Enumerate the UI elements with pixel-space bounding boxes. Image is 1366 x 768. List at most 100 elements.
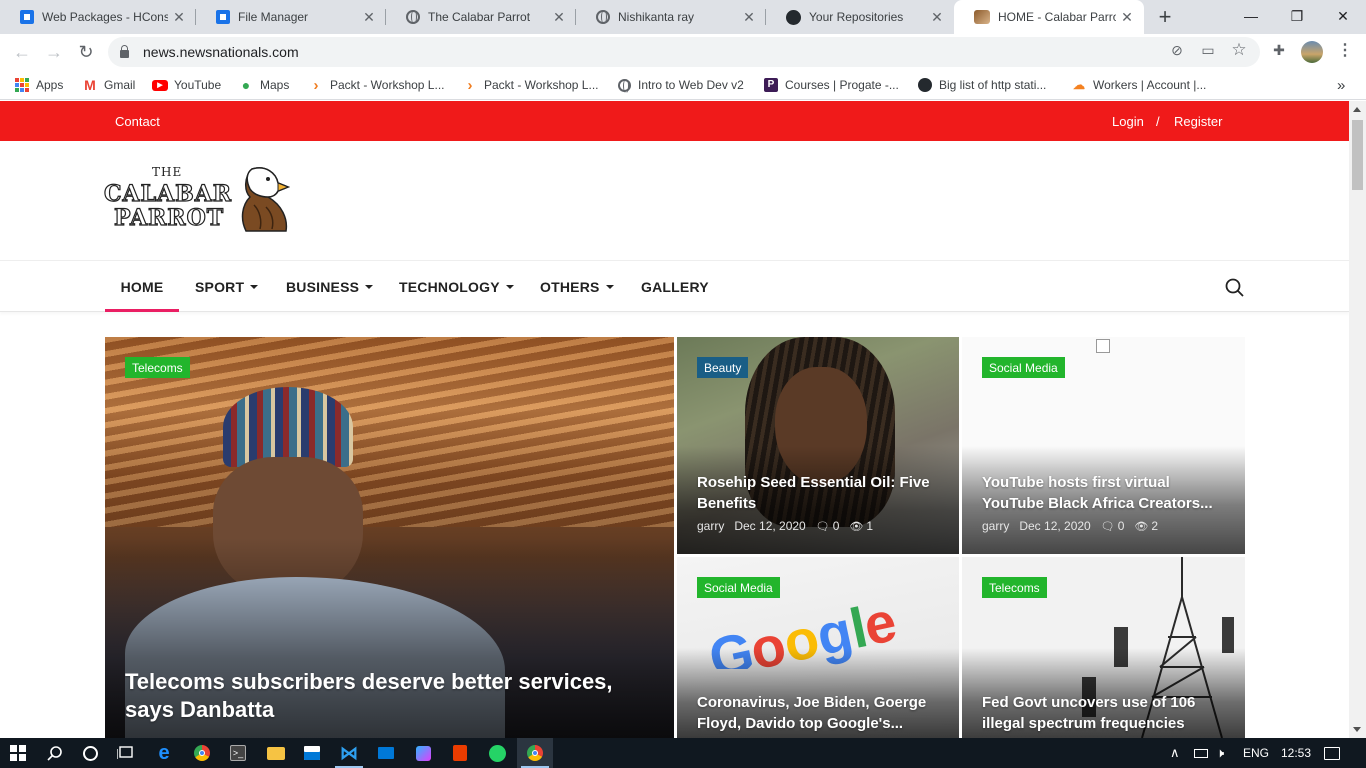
extensions-icon[interactable]: ✚ (1271, 42, 1287, 58)
featured-post[interactable]: G o o g l e Social Media Coronavirus, Jo… (677, 557, 959, 738)
bookmark-gmail[interactable]: M Gmail (82, 76, 135, 94)
browser-tab-active[interactable]: HOME - Calabar Parrot ✕ (954, 0, 1144, 34)
category-badge[interactable]: Social Media (697, 577, 780, 598)
bookmark-star-icon[interactable]: ☆ (1231, 40, 1247, 59)
edge-icon[interactable]: e (146, 738, 182, 768)
reload-icon[interactable]: ↻ (73, 40, 99, 64)
address-bar[interactable]: news.newsnationals.com (108, 37, 1260, 67)
page-scrollbar[interactable] (1349, 101, 1366, 738)
bookmark-packt-2[interactable]: › Packt - Workshop L... (462, 76, 599, 94)
post-date: Dec 12, 2020 (1019, 519, 1091, 533)
nav-home[interactable]: HOME (105, 262, 179, 312)
restore-icon[interactable]: ❐ (1274, 0, 1320, 32)
github-icon (917, 77, 933, 93)
browser-tab[interactable]: The Calabar Parrot ✕ (386, 0, 576, 34)
bookmark-progate[interactable]: P Courses | Progate -... (763, 76, 899, 94)
terminal-icon[interactable]: >_ (220, 738, 256, 768)
scroll-up-icon[interactable] (1353, 107, 1361, 112)
featured-post-large[interactable]: Telecoms Telecoms subscribers deserve be… (105, 337, 674, 738)
office-icon[interactable] (442, 738, 478, 768)
file-explorer-icon[interactable] (258, 738, 294, 768)
clock[interactable]: 12:53 (1281, 738, 1311, 768)
login-link[interactable]: Login (1112, 114, 1144, 129)
url-text[interactable]: news.newsnationals.com (143, 44, 299, 60)
windows-start-icon[interactable] (0, 738, 36, 768)
search-icon[interactable] (1225, 278, 1244, 297)
bookmark-intro-web-dev[interactable]: Intro to Web Dev v2 (616, 76, 744, 94)
close-icon[interactable]: ✕ (1116, 9, 1138, 26)
bookmark-youtube[interactable]: ▶ YouTube (152, 76, 221, 94)
back-icon[interactable]: ← (9, 40, 35, 64)
nav-others[interactable]: OTHERS (540, 262, 614, 312)
volume-icon[interactable]: 🕨 (1216, 738, 1224, 768)
location-blocked-icon[interactable]: ⊘ (1169, 42, 1185, 58)
post-title[interactable]: YouTube hosts first virtual YouTube Blac… (982, 472, 1225, 514)
windows-taskbar: e >_ ⋈ ∧ 🕨 ENG 12:53 (0, 738, 1366, 768)
new-tab-button[interactable]: + (1152, 4, 1178, 30)
category-badge[interactable]: Telecoms (982, 577, 1047, 598)
browser-tab[interactable]: Web Packages - HCons ✕ (0, 0, 196, 34)
featured-post[interactable]: Beauty Rosehip Seed Essential Oil: Five … (677, 337, 959, 554)
close-icon[interactable]: ✕ (738, 9, 760, 26)
post-title[interactable]: Telecoms subscribers deserve better serv… (125, 668, 644, 724)
close-icon[interactable]: ✕ (926, 9, 948, 26)
close-icon[interactable]: ✕ (358, 9, 380, 26)
featured-post[interactable]: Social Media YouTube hosts first virtual… (962, 337, 1245, 554)
nav-label: SPORT (195, 279, 245, 295)
minimize-icon[interactable]: — (1228, 0, 1274, 32)
window-close-icon[interactable]: ✕ (1320, 0, 1366, 32)
whatsapp-icon[interactable] (479, 738, 515, 768)
tray-chevron-icon[interactable]: ∧ (1170, 738, 1180, 768)
browser-tab[interactable]: File Manager ✕ (196, 0, 386, 34)
featured-post[interactable]: Telecoms Fed Govt uncovers use of 106 il… (962, 557, 1245, 738)
close-icon[interactable]: ✕ (168, 9, 190, 26)
battery-icon[interactable] (1194, 738, 1208, 768)
site-topbar: Contact Login / Register (0, 101, 1349, 141)
more-bookmarks-button[interactable]: » (1337, 76, 1345, 94)
category-badge[interactable]: Social Media (982, 357, 1065, 378)
bookmark-maps[interactable]: ● Maps (238, 76, 290, 94)
task-view-icon[interactable] (108, 738, 144, 768)
search-icon[interactable] (37, 738, 73, 768)
nav-sport[interactable]: SPORT (195, 262, 259, 312)
close-icon[interactable]: ✕ (548, 9, 570, 26)
forward-icon[interactable]: → (41, 40, 67, 64)
scrollbar-thumb[interactable] (1352, 120, 1363, 190)
post-author[interactable]: garry (982, 519, 1009, 533)
browser-tab[interactable]: Nishikanta ray ✕ (576, 0, 766, 34)
tab-title: Web Packages - HCons (42, 10, 168, 24)
site-logo[interactable]: THE CALABAR PARROT (103, 163, 290, 235)
cast-icon[interactable]: ▭ (1200, 42, 1216, 58)
vscode-icon[interactable]: ⋈ (331, 738, 367, 768)
globe-icon (596, 10, 610, 24)
logo-line-1: THE (152, 165, 183, 179)
notifications-icon[interactable] (1324, 738, 1340, 768)
bookmark-http-status[interactable]: Big list of http stati... (917, 76, 1046, 94)
lock-icon[interactable] (120, 45, 129, 58)
nav-business[interactable]: BUSINESS (286, 262, 374, 312)
post-author[interactable]: garry (697, 519, 724, 533)
nav-gallery[interactable]: GALLERY (641, 262, 709, 312)
bookmark-packt-1[interactable]: › Packt - Workshop L... (308, 76, 445, 94)
contact-link[interactable]: Contact (115, 114, 160, 129)
bookmark-apps[interactable]: Apps (14, 76, 63, 94)
post-title[interactable]: Coronavirus, Joe Biden, Goerge Floyd, Da… (697, 692, 939, 734)
chrome-icon[interactable] (184, 738, 220, 768)
chrome-active-icon[interactable] (517, 738, 553, 768)
category-badge[interactable]: Telecoms (125, 357, 190, 378)
app-icon[interactable] (405, 738, 441, 768)
post-title[interactable]: Fed Govt uncovers use of 106 illegal spe… (982, 692, 1225, 734)
language-indicator[interactable]: ENG (1243, 738, 1269, 768)
bookmark-workers[interactable]: ☁ Workers | Account |... (1071, 76, 1206, 94)
scroll-down-icon[interactable] (1353, 727, 1361, 732)
store-icon[interactable] (294, 738, 330, 768)
menu-kebab-icon[interactable]: ⋮ (1337, 42, 1353, 59)
browser-tab[interactable]: Your Repositories ✕ (766, 0, 954, 34)
cortana-icon[interactable] (72, 738, 108, 768)
mail-icon[interactable] (368, 738, 404, 768)
register-link[interactable]: Register (1174, 114, 1222, 129)
profile-avatar[interactable] (1301, 41, 1323, 63)
post-title[interactable]: Rosehip Seed Essential Oil: Five Benefit… (697, 472, 939, 514)
nav-technology[interactable]: TECHNOLOGY (399, 262, 514, 312)
category-badge[interactable]: Beauty (697, 357, 749, 378)
